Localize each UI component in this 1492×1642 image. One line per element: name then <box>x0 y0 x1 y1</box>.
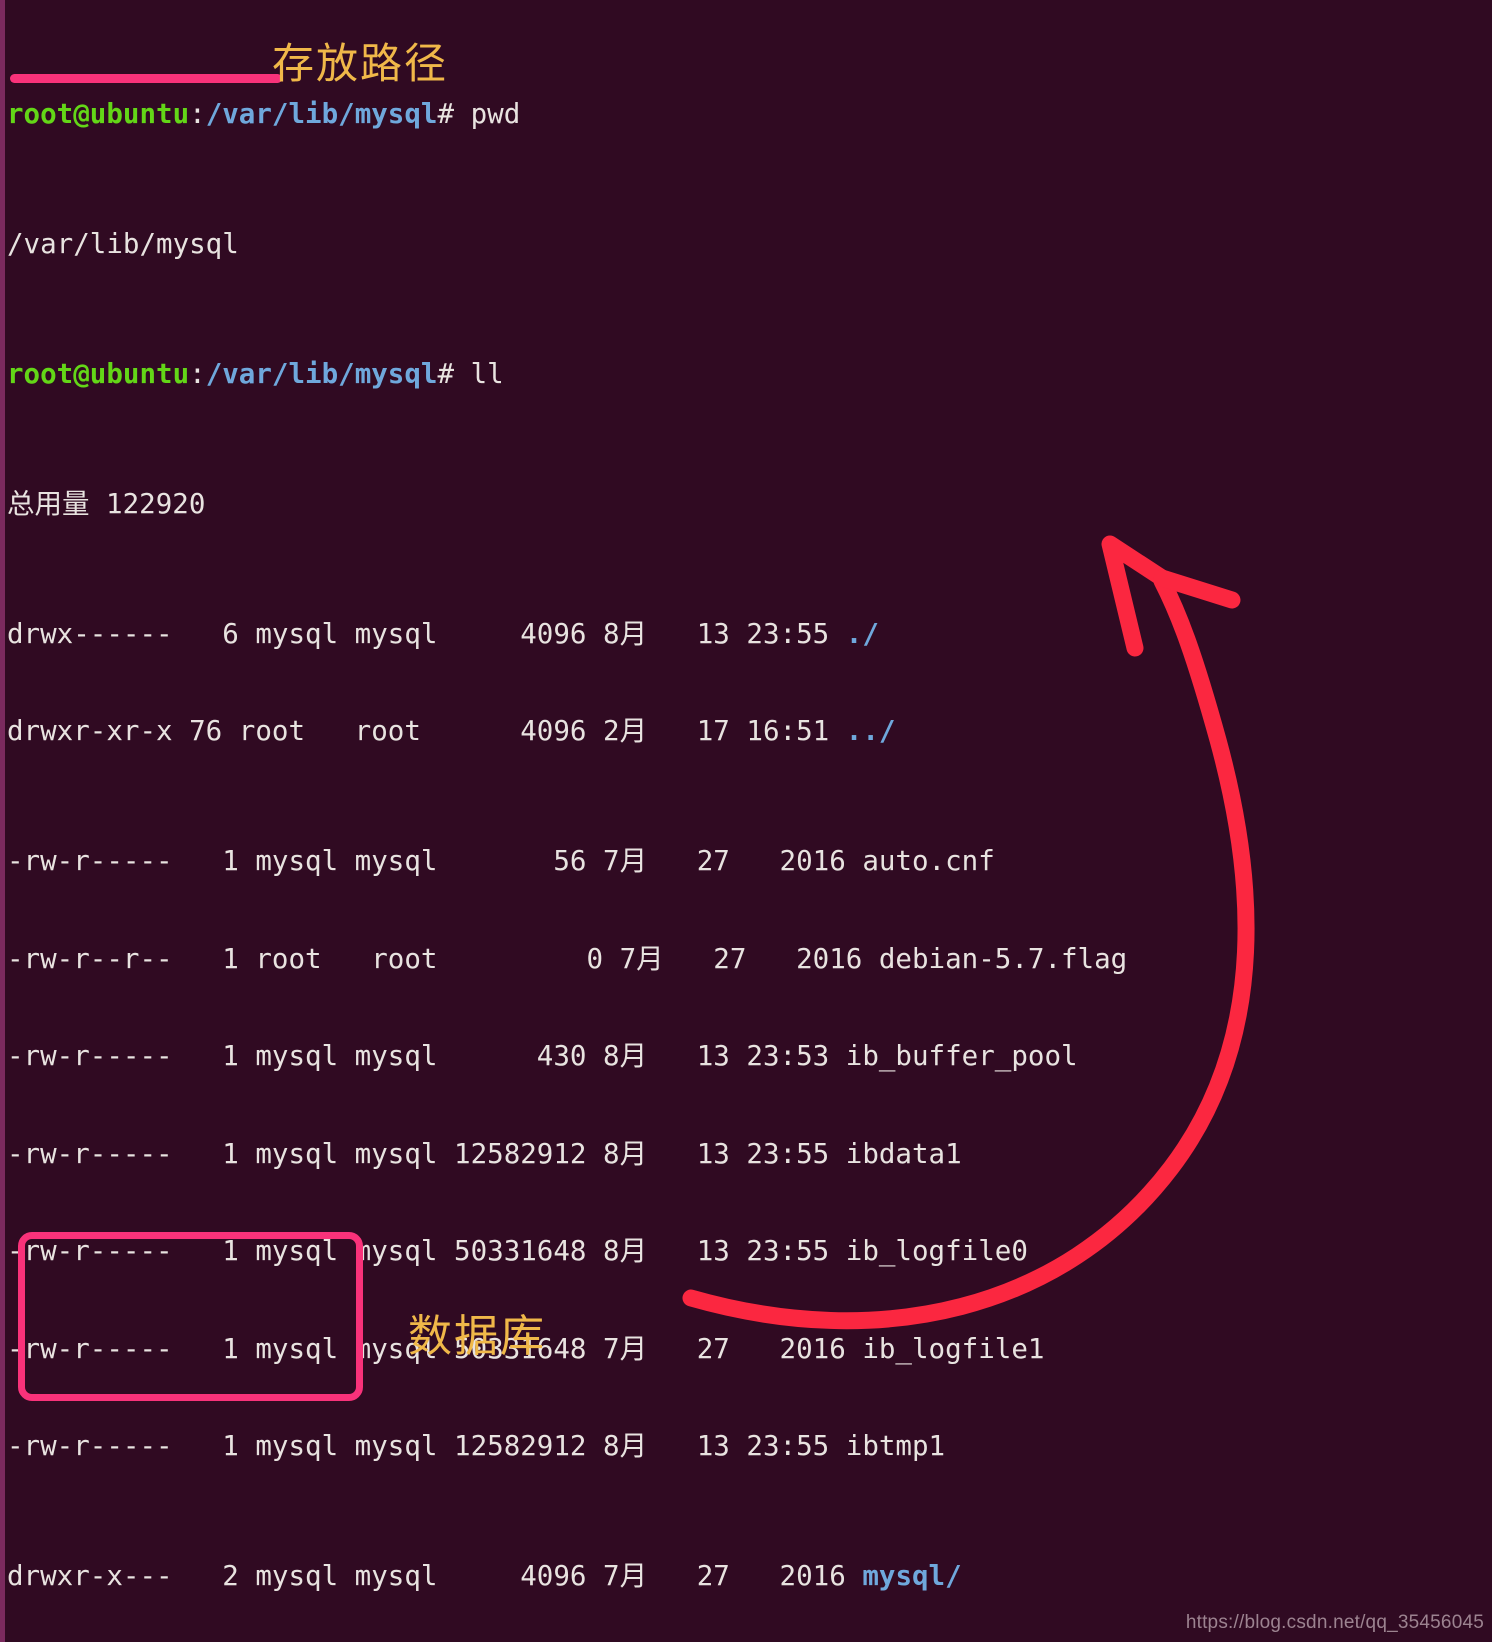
watermark-url: https://blog.csdn.net/qq_35456045 <box>1185 1612 1484 1633</box>
command-text: ll <box>470 357 504 390</box>
prompt-hash: # <box>437 357 471 390</box>
pink-underline-path-annotation <box>10 74 282 83</box>
terminal-screenshot: root@ubuntu:/var/lib/mysql# pwd /var/lib… <box>0 0 1492 1642</box>
table-row-ls-entry: drwxr-x--- 2 mysql mysql 4096 7月 27 2016… <box>7 1560 1487 1593</box>
prompt-user-host: root@ubuntu <box>7 357 190 390</box>
prompt-user-host: root@ubuntu <box>7 97 190 130</box>
ls-entry-dirname: ../ <box>845 715 896 747</box>
table-row-ls-entry: -rw-r--r-- 1 root root 0 7月 27 2016 debi… <box>7 943 1487 976</box>
command-text: pwd <box>470 97 521 130</box>
annotation-label-storage-path: 存放路径 <box>272 39 449 88</box>
prompt-separator: : <box>189 357 206 390</box>
table-row-ls-entry: -rw-r----- 1 mysql mysql 430 8月 13 23:53… <box>7 1040 1487 1073</box>
prompt-path: /var/lib/mysql <box>205 357 438 390</box>
table-row-ls-entry: -rw-r----- 1 mysql mysql 12582912 8月 13 … <box>7 1430 1487 1463</box>
terminal-line-output: /var/lib/mysql <box>7 228 1487 261</box>
prompt-hash: # <box>437 97 471 130</box>
output-text: /var/lib/mysql <box>7 227 239 260</box>
ls-entry-line: -rw-r--r-- 1 root root 0 7月 27 2016 debi… <box>7 942 1128 975</box>
ls-entry-meta: drwx------ 6 mysql mysql 4096 8月 13 23:5… <box>7 617 846 650</box>
terminal-line-total-size: 总用量 122920 <box>7 488 1487 521</box>
ls-entry-meta: drwxr-xr-x 76 root root 4096 2月 17 16:51 <box>7 715 846 747</box>
ls-entry-line: -rw-r----- 1 mysql mysql 12582912 8月 13 … <box>7 1137 962 1170</box>
ls-entry-meta: drwxr-x--- 2 mysql mysql 4096 7月 27 2016 <box>7 1560 863 1592</box>
ls-entry-line: -rw-r----- 1 mysql mysql 56 7月 27 2016 a… <box>7 845 995 877</box>
table-row-ls-entry: -rw-r----- 1 mysql mysql 12582912 8月 13 … <box>7 1138 1487 1171</box>
ls-entry-line: -rw-r----- 1 mysql mysql 12582912 8月 13 … <box>7 1430 946 1462</box>
ls-entry-dirname: ./ <box>845 617 879 650</box>
ls-entry-dirname: mysql/ <box>862 1560 962 1592</box>
table-row-ls-entry: drwxr-xr-x 76 root root 4096 2月 17 16:51… <box>7 715 1487 748</box>
annotation-label-database: 数据库 <box>408 1311 546 1362</box>
table-row-ls-entry: -rw-r----- 1 mysql mysql 56 7月 27 2016 a… <box>7 845 1487 878</box>
terminal-left-edge-strip <box>0 0 5 1642</box>
terminal-line-prompt-pwd: root@ubuntu:/var/lib/mysql# pwd <box>7 98 1487 131</box>
terminal-line-prompt-ll: root@ubuntu:/var/lib/mysql# ll <box>7 358 1487 391</box>
pink-highlight-box-databases <box>18 1232 363 1401</box>
prompt-path: /var/lib/mysql <box>205 97 438 130</box>
table-row-ls-entry: drwx------ 6 mysql mysql 4096 8月 13 23:5… <box>7 618 1487 651</box>
output-text: 总用量 122920 <box>7 487 206 520</box>
prompt-separator: : <box>189 97 206 130</box>
ls-entry-line: -rw-r----- 1 mysql mysql 430 8月 13 23:53… <box>7 1040 1078 1072</box>
